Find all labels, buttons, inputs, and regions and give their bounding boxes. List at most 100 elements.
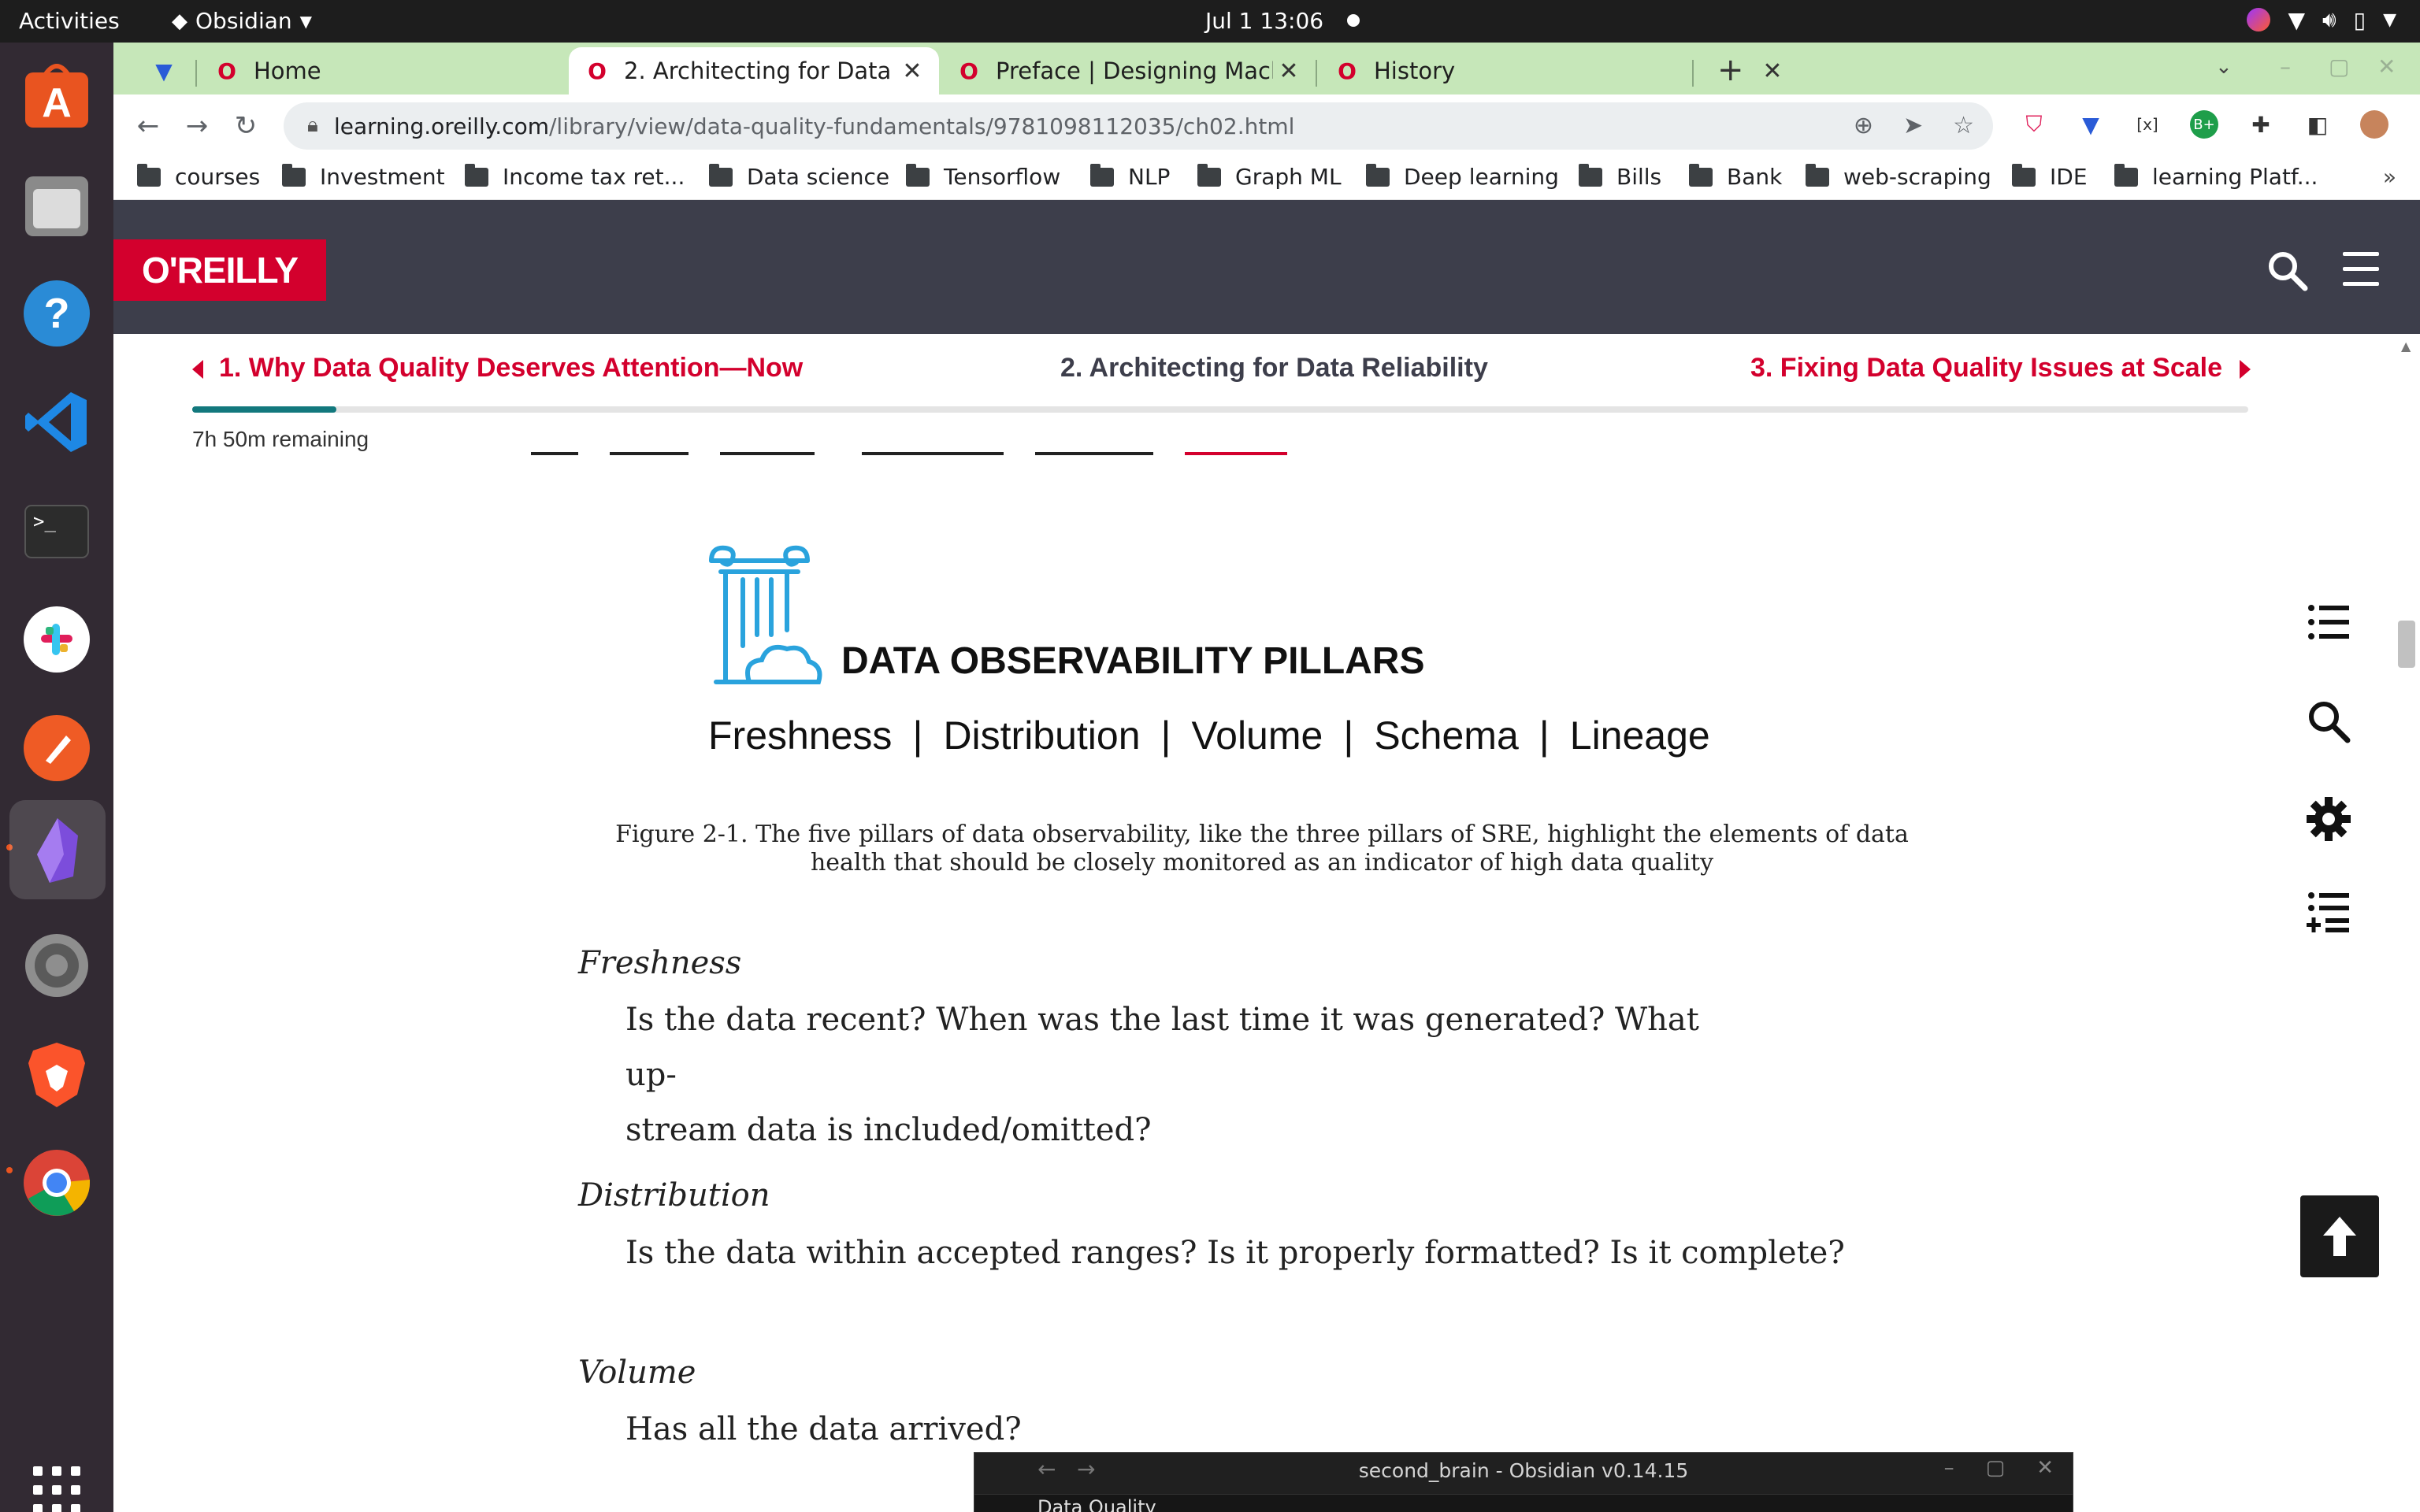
close-window-button[interactable]: ✕: [2036, 1456, 2054, 1480]
pillar-separator: |: [1538, 713, 1550, 758]
vivaldi-extension-icon[interactable]: ▼: [2077, 110, 2105, 139]
maximize-button[interactable]: ▢: [2329, 54, 2349, 80]
previous-chapter-link[interactable]: 1. Why Data Quality Deserves Attention—N…: [192, 353, 803, 384]
next-chapter-link[interactable]: 3. Fixing Data Quality Issues at Scale: [1750, 353, 2251, 384]
scroll-to-top-button[interactable]: [2300, 1195, 2379, 1277]
reload-icon[interactable]: ↻: [227, 107, 265, 145]
files-launcher[interactable]: [17, 165, 96, 244]
definition-line: Is the data recent? When was the last ti…: [625, 1002, 1699, 1093]
tab-strip: ▼ O Home ✕ O 2. Architecting for Data Re…: [113, 43, 2420, 94]
maximize-button[interactable]: ▢: [1986, 1456, 2006, 1480]
grammar-extension-icon[interactable]: B+: [2190, 110, 2218, 139]
bookmark-folder[interactable]: Income tax ret...: [465, 163, 685, 190]
settings-launcher[interactable]: [17, 926, 96, 1005]
tab-separator: [195, 60, 197, 87]
app-menu-label: Obsidian: [195, 8, 292, 34]
obsidian-doc-tab[interactable]: Data Quality: [1037, 1496, 1156, 1512]
bookmark-label: courses: [175, 164, 261, 190]
close-icon[interactable]: ✕: [896, 57, 928, 85]
zoom-icon[interactable]: ⊕: [1854, 112, 1873, 139]
tab-preface[interactable]: O Preface | Designing Machine Learning S…: [941, 47, 1316, 94]
bookmark-folder[interactable]: Tensorflow: [906, 163, 1060, 190]
bookmark-folder[interactable]: learning Platf...: [2114, 163, 2318, 190]
vscode-launcher[interactable]: [17, 383, 96, 461]
kebab-menu-icon[interactable]: ⋮: [2417, 110, 2420, 139]
slack-launcher[interactable]: [17, 600, 96, 679]
bookmark-folder[interactable]: Data science: [709, 163, 889, 190]
chrome-launcher[interactable]: [17, 1143, 96, 1222]
minimize-button[interactable]: –: [2280, 54, 2291, 80]
clock[interactable]: Jul 1 13:06: [1205, 8, 1323, 34]
postman-launcher[interactable]: [17, 709, 96, 788]
close-icon[interactable]: ✕: [1757, 57, 1788, 85]
pillar-label: Freshness: [708, 713, 893, 758]
search-icon[interactable]: [2264, 247, 2311, 295]
app-menu[interactable]: ◆ Obsidian ▼: [172, 8, 312, 34]
arrow-up-icon: [2323, 1217, 2356, 1256]
url-host: learning.oreilly.com: [334, 113, 549, 139]
close-icon[interactable]: ✕: [1273, 57, 1305, 85]
bookmark-folder[interactable]: Bank: [1689, 163, 1782, 190]
pinned-tab[interactable]: ▼: [131, 47, 194, 94]
obsidian-window[interactable]: ← → second_brain - Obsidian v0.14.15 – ▢…: [974, 1452, 2073, 1512]
obsidian-launcher[interactable]: [9, 800, 106, 899]
tab-search-chevron-icon[interactable]: ⌄: [2215, 55, 2233, 79]
bookmark-folder[interactable]: Graph ML: [1197, 163, 1342, 190]
terminal-launcher[interactable]: >_: [17, 491, 96, 570]
bookmarks-overflow-button[interactable]: »: [2383, 164, 2396, 190]
search-icon[interactable]: [2305, 698, 2352, 745]
browser-indicator-icon[interactable]: [2247, 8, 2271, 32]
close-window-button[interactable]: ✕: [2377, 54, 2396, 80]
tab-title: History: [1374, 57, 1456, 84]
settings-icon: [25, 934, 88, 997]
pocket-icon[interactable]: ⛉: [2020, 110, 2048, 139]
oreilly-logo[interactable]: O'REILLY: [113, 239, 326, 301]
address-bar[interactable]: 🔒︎ learning.oreilly.com/library/view/dat…: [284, 102, 1993, 150]
pillar-separator: |: [1343, 713, 1354, 758]
help-launcher[interactable]: ?: [17, 274, 96, 353]
star-icon[interactable]: ☆: [1953, 112, 1974, 139]
bookmark-folder[interactable]: courses: [137, 163, 261, 190]
bookmark-folder[interactable]: Deep learning: [1366, 163, 1559, 190]
software-center-launcher[interactable]: A: [17, 57, 96, 135]
bookmark-folder[interactable]: NLP: [1090, 163, 1171, 190]
back-arrow-icon[interactable]: ←: [129, 107, 167, 145]
bookmark-label: NLP: [1128, 164, 1171, 190]
playlist-add-icon[interactable]: [2305, 887, 2352, 934]
table-of-contents-icon[interactable]: [2305, 598, 2352, 646]
bookmark-folder[interactable]: web-scraping: [1806, 163, 1991, 190]
hamburger-menu-icon[interactable]: [2343, 252, 2382, 288]
forward-arrow-icon[interactable]: →: [178, 107, 216, 145]
brave-launcher[interactable]: [17, 1035, 96, 1114]
new-tab-button[interactable]: +: [1717, 52, 1744, 88]
notification-dot: [1347, 14, 1360, 27]
show-apps-button[interactable]: [17, 1451, 96, 1512]
vivaldi-extension-icon: ▼: [155, 57, 173, 84]
gear-icon[interactable]: [2305, 795, 2352, 843]
tab-architecting[interactable]: O 2. Architecting for Data Reliability ✕: [569, 47, 939, 94]
definition-term: Freshness: [578, 945, 742, 981]
folder-icon: [1806, 163, 1829, 187]
url-text[interactable]: learning.oreilly.com/library/view/data-q…: [334, 113, 1294, 139]
svg-text:A: A: [42, 80, 72, 126]
bookmark-label: Income tax ret...: [503, 164, 685, 190]
scrollbar-thumb[interactable]: [2398, 621, 2415, 668]
puzzle-icon[interactable]: ✚: [2247, 110, 2275, 139]
formula-extension-icon[interactable]: [x]: [2133, 110, 2162, 139]
software-center-icon: A: [25, 64, 88, 128]
bookmark-folder[interactable]: Investment: [282, 163, 445, 190]
sidepanel-icon[interactable]: ◧: [2303, 110, 2332, 139]
previous-chapter-label: 1. Why Data Quality Deserves Attention—N…: [219, 353, 804, 383]
activities-button[interactable]: Activities: [19, 8, 120, 34]
minimize-button[interactable]: –: [1944, 1456, 1954, 1480]
bookmark-folder[interactable]: IDE: [2012, 163, 2088, 190]
send-icon[interactable]: ➤: [1903, 112, 1923, 139]
extensions-row: ⛉ ▼ [x] B+ ✚ ◧ ⋮: [2020, 110, 2420, 139]
folder-icon: [709, 163, 733, 187]
system-tray[interactable]: ▼ 🔊︎ ▯ ▼: [2247, 6, 2396, 33]
bookmark-folder[interactable]: Bills: [1579, 163, 1661, 190]
folder-icon: [137, 163, 161, 187]
avatar[interactable]: [2360, 110, 2388, 139]
scrollbar-up-arrow-icon[interactable]: ▲: [2401, 339, 2411, 354]
obsidian-window-title: second_brain - Obsidian v0.14.15: [1358, 1459, 1689, 1482]
